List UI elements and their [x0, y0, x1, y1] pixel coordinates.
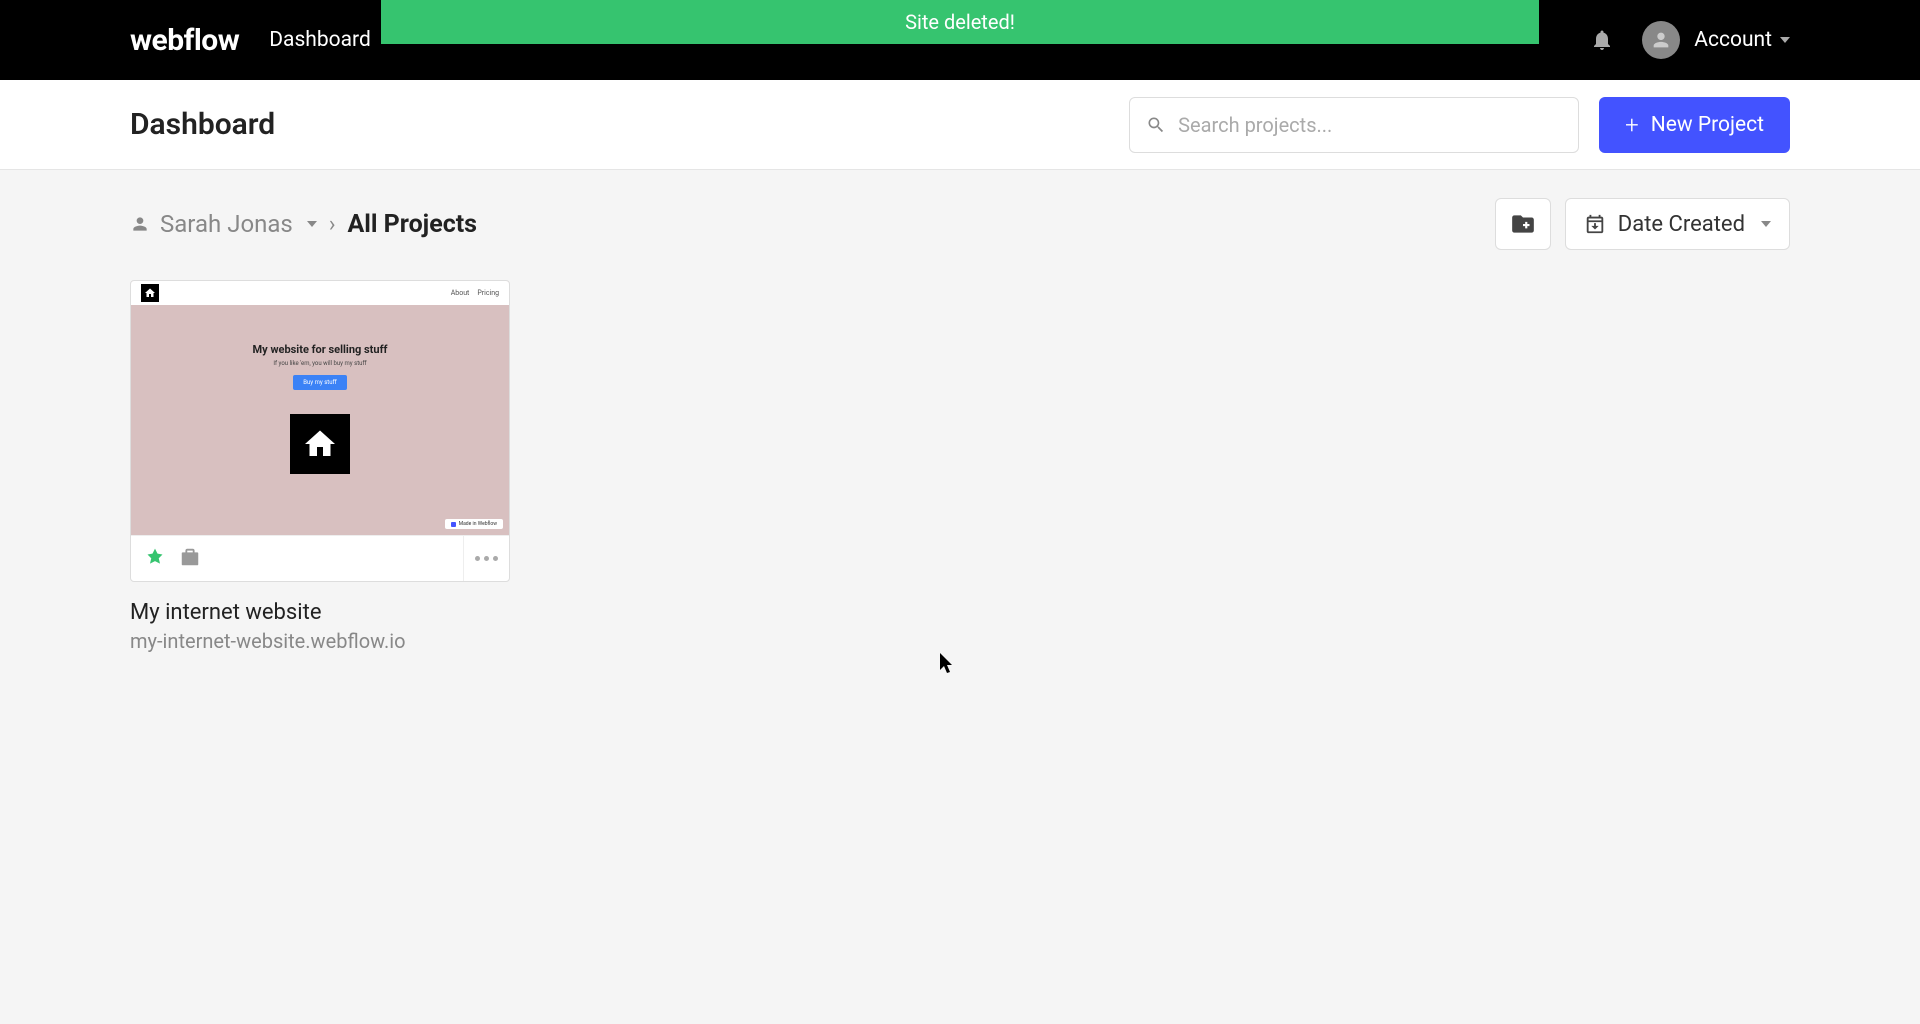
project-thumbnail[interactable]: About Pricing My website for selling stu… — [131, 281, 509, 535]
controls-row: Sarah Jonas › All Projects Date Created — [0, 170, 1920, 250]
thumb-nav: About Pricing — [131, 281, 509, 305]
folder-add-icon — [1510, 211, 1536, 237]
project-url[interactable]: my-internet-website.webflow.io — [130, 629, 510, 653]
ecommerce-icon[interactable] — [179, 546, 201, 572]
breadcrumb-user-dropdown[interactable]: Sarah Jonas — [130, 210, 317, 238]
dashboard-header: Dashboard + New Project — [0, 80, 1920, 170]
nav-dashboard-link[interactable]: Dashboard — [269, 28, 371, 52]
sort-label: Date Created — [1618, 212, 1745, 237]
breadcrumb-current: All Projects — [347, 210, 477, 239]
project-card[interactable]: About Pricing My website for selling stu… — [130, 280, 510, 653]
status-published-icon[interactable] — [145, 547, 165, 571]
new-project-label: New Project — [1651, 113, 1764, 137]
thumb-cta: Buy my stuff — [293, 375, 347, 390]
caret-down-icon — [1761, 221, 1771, 227]
project-more-menu[interactable] — [463, 536, 509, 582]
thumb-logo-icon — [141, 284, 159, 302]
sort-dropdown[interactable]: Date Created — [1565, 198, 1790, 250]
calendar-icon — [1584, 213, 1606, 235]
user-icon — [130, 214, 150, 234]
breadcrumb: Sarah Jonas › All Projects — [130, 210, 477, 239]
ellipsis-icon — [475, 556, 498, 561]
search-input[interactable] — [1178, 113, 1562, 137]
webflow-logo[interactable]: webflow — [130, 23, 239, 58]
project-name[interactable]: My internet website — [130, 600, 510, 625]
search-box[interactable] — [1129, 97, 1579, 153]
search-icon — [1146, 115, 1166, 135]
thumb-center-logo-icon — [290, 414, 350, 474]
thumb-subtext: If you like 'em, you will buy my stuff — [273, 360, 366, 367]
account-menu-caret-icon[interactable] — [1780, 37, 1790, 43]
project-card-footer — [131, 535, 509, 581]
notification-text: Site deleted! — [905, 10, 1015, 34]
chevron-right-icon: › — [329, 212, 336, 237]
add-folder-button[interactable] — [1495, 198, 1551, 250]
plus-icon: + — [1625, 111, 1639, 139]
caret-down-icon — [307, 221, 317, 227]
account-menu-label[interactable]: Account — [1694, 28, 1772, 52]
made-in-webflow-badge: Made in Webflow — [445, 519, 503, 529]
project-grid: About Pricing My website for selling stu… — [0, 250, 1920, 683]
thumb-nav-pricing: Pricing — [477, 289, 499, 297]
breadcrumb-user-name: Sarah Jonas — [160, 210, 293, 238]
new-project-button[interactable]: + New Project — [1599, 97, 1790, 153]
notification-banner: Site deleted! — [381, 0, 1539, 44]
thumb-nav-about: About — [451, 289, 470, 297]
notifications-bell-icon[interactable] — [1590, 28, 1614, 52]
thumb-headline: My website for selling stuff — [253, 343, 388, 356]
page-title: Dashboard — [130, 107, 1129, 142]
avatar[interactable] — [1642, 21, 1680, 59]
